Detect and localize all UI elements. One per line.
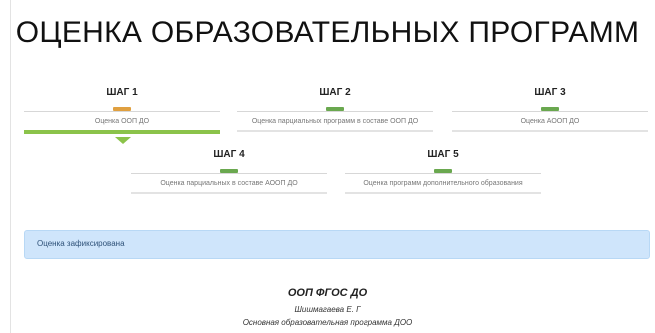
step-2-description: Оценка парциальных программ в составе ОО… <box>251 118 419 125</box>
step-4-description: Оценка парциальных в составе АООП ДО <box>160 180 298 187</box>
step-4-divider <box>131 173 327 174</box>
step-1-description: Оценка ООП ДО <box>94 118 150 125</box>
step-1-active-bar <box>24 130 220 134</box>
step-4[interactable]: ШАГ 4 Оценка парциальных в составе АООП … <box>131 148 327 194</box>
program-title: ООП ФГОС ДО <box>287 287 368 299</box>
step-3-bar <box>452 130 648 132</box>
step-2-bar <box>237 130 433 132</box>
step-2[interactable]: ШАГ 2 Оценка парциальных программ в сост… <box>237 86 433 132</box>
step-3-divider <box>452 111 648 112</box>
step-2-title: ШАГ 2 <box>319 87 351 98</box>
status-alert-text: Оценка зафиксирована <box>37 239 125 248</box>
step-1-title: ШАГ 1 <box>106 87 138 98</box>
active-step-pointer-icon <box>115 137 131 144</box>
step-1[interactable]: ШАГ 1 Оценка ООП ДО <box>24 86 220 134</box>
step-1-divider <box>24 111 220 112</box>
program-name: Основная образовательная программа ДОО <box>242 318 413 327</box>
step-3[interactable]: ШАГ 3 Оценка АООП ДО <box>452 86 648 132</box>
step-4-bar <box>131 192 327 194</box>
step-5-divider <box>345 173 541 174</box>
step-5-description: Оценка программ дополнительного образова… <box>363 180 523 187</box>
step-5[interactable]: ШАГ 5 Оценка программ дополнительного об… <box>345 148 541 194</box>
status-alert: Оценка зафиксирована <box>24 230 650 259</box>
step-5-bar <box>345 192 541 194</box>
step-3-title: ШАГ 3 <box>534 87 566 98</box>
step-4-title: ШАГ 4 <box>213 149 245 160</box>
program-author: Шишмагаева Е. Г <box>294 305 361 314</box>
step-5-title: ШАГ 5 <box>427 149 459 160</box>
step-2-divider <box>237 111 433 112</box>
step-3-description: Оценка АООП ДО <box>520 118 580 125</box>
page-title: ОЦЕНКА ОБРАЗОВАТЕЛЬНЫХ ПРОГРАММ <box>15 16 640 49</box>
